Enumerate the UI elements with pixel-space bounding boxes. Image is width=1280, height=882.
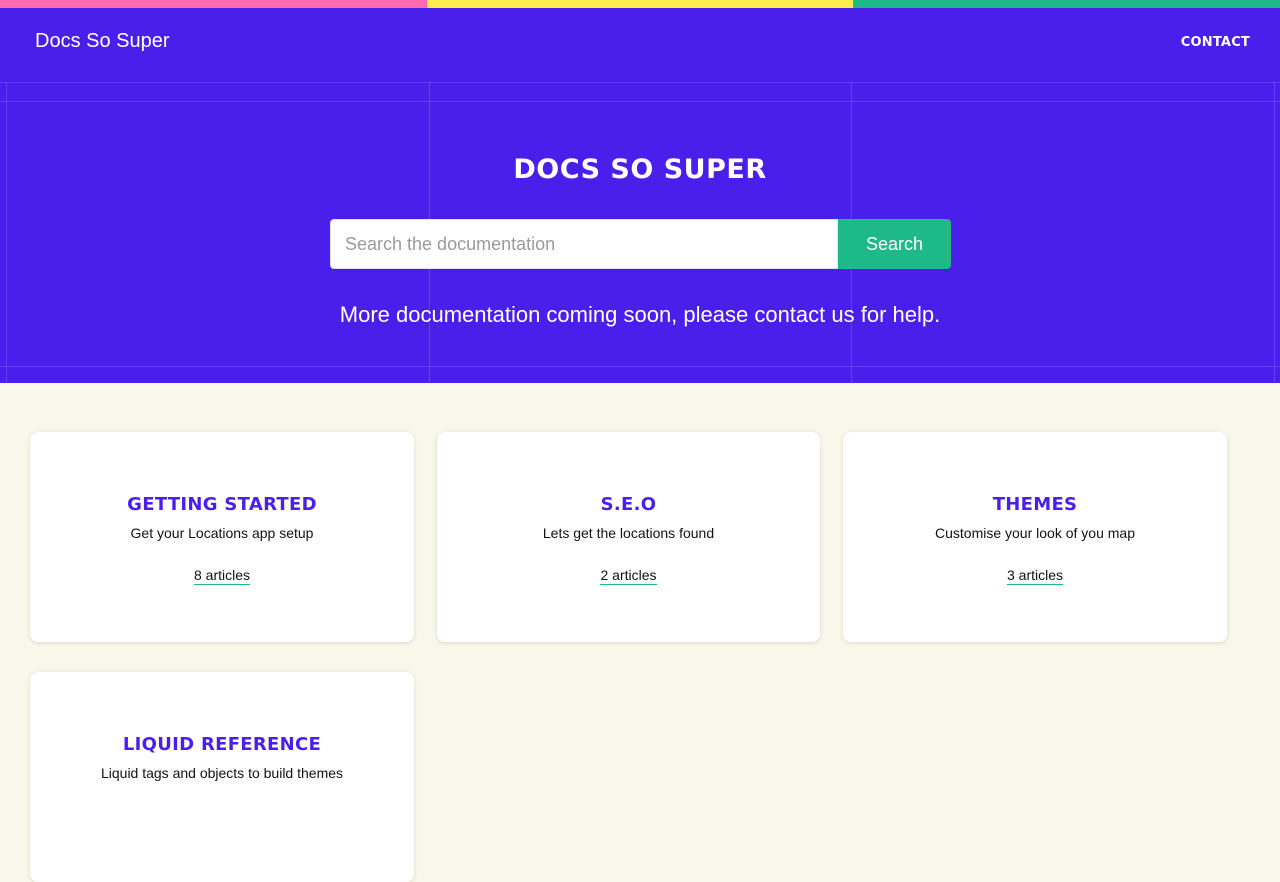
hero-header: Docs So Super CONTACT DOCS SO SUPER Sear… bbox=[0, 8, 1280, 383]
card-title: LIQUID REFERENCE bbox=[122, 734, 322, 755]
color-stripe bbox=[0, 0, 1280, 8]
card-description: Customise your look of you map bbox=[935, 525, 1135, 541]
article-count-link[interactable]: 8 articles bbox=[193, 567, 251, 585]
card-title: S.E.O bbox=[600, 494, 657, 515]
grid-line bbox=[0, 101, 1280, 102]
grid-line bbox=[0, 82, 1280, 83]
page-title: DOCS SO SUPER bbox=[513, 154, 767, 185]
notice-text: More documentation coming soon, please c… bbox=[339, 302, 941, 327]
contact-link[interactable]: CONTACT bbox=[1181, 35, 1250, 50]
category-card-seo[interactable]: S.E.O Lets get the locations found 2 art… bbox=[437, 432, 820, 642]
stripe-yellow bbox=[426, 0, 854, 8]
category-card-liquid-reference[interactable]: LIQUID REFERENCE Liquid tags and objects… bbox=[30, 672, 414, 882]
search-button[interactable]: Search bbox=[838, 219, 951, 269]
search-form: Search bbox=[330, 219, 951, 269]
card-description: Liquid tags and objects to build themes bbox=[100, 765, 344, 781]
card-title: THEMES bbox=[992, 494, 1078, 515]
article-count-link[interactable]: 2 articles bbox=[600, 567, 657, 585]
card-description: Get your Locations app setup bbox=[130, 525, 314, 541]
category-card-themes[interactable]: THEMES Customise your look of you map 3 … bbox=[843, 432, 1227, 642]
grid-line bbox=[0, 366, 1280, 367]
article-count-link[interactable]: 3 articles bbox=[1006, 567, 1064, 585]
stripe-green bbox=[853, 0, 1280, 8]
card-title: GETTING STARTED bbox=[127, 494, 317, 515]
grid-line bbox=[1274, 82, 1275, 383]
stripe-pink bbox=[0, 0, 427, 8]
card-description: Lets get the locations found bbox=[542, 525, 715, 541]
search-input[interactable] bbox=[330, 219, 838, 269]
category-card-getting-started[interactable]: GETTING STARTED Get your Locations app s… bbox=[30, 432, 414, 642]
grid-line bbox=[6, 82, 7, 383]
brand-link[interactable]: Docs So Super bbox=[35, 30, 170, 53]
